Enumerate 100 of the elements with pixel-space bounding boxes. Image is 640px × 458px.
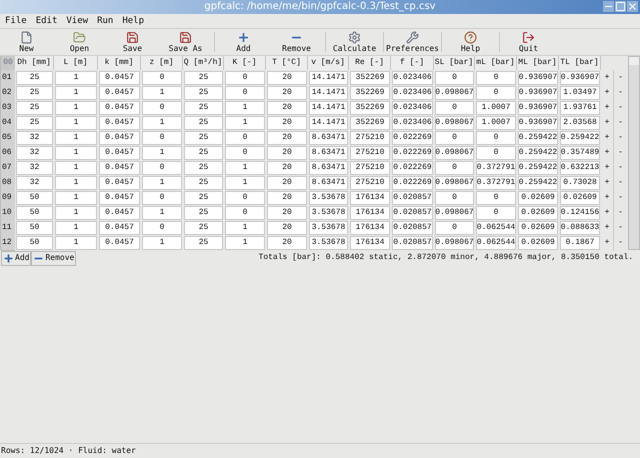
table-cell[interactable]: 0 — [476, 191, 516, 205]
table-cell[interactable]: 1 — [55, 176, 97, 190]
add-row-button[interactable]: + — [601, 190, 614, 206]
table-cell[interactable]: 1 — [55, 116, 97, 130]
table-cell[interactable]: 0.020857 — [392, 221, 433, 235]
table-cell[interactable]: 1.0007 — [476, 101, 516, 115]
table-cell[interactable]: 25 — [184, 236, 223, 250]
table-cell[interactable]: 32 — [16, 176, 53, 190]
add-row-button[interactable]: + — [601, 115, 614, 131]
table-cell[interactable]: 275210 — [350, 131, 390, 145]
add-row-button[interactable]: + — [601, 85, 614, 101]
table-cell[interactable]: 0 — [142, 191, 182, 205]
remove-row-button[interactable]: - — [614, 190, 627, 206]
add-row-button[interactable]: + — [601, 235, 614, 251]
table-cell[interactable]: 0.022269 — [392, 146, 433, 160]
table-cell[interactable]: 0 — [142, 131, 182, 145]
table-cell[interactable]: 0.0457 — [99, 131, 140, 145]
table-cell[interactable]: 32 — [16, 146, 53, 160]
table-cell[interactable]: 14.1471 — [309, 116, 348, 130]
table-cell[interactable]: 20 — [267, 176, 307, 190]
table-cell[interactable]: 0.936907 — [560, 71, 600, 85]
table-cell[interactable]: 1 — [142, 116, 182, 130]
remove-row-button[interactable]: - — [614, 85, 627, 101]
table-cell[interactable]: 0 — [476, 206, 516, 220]
table-cell[interactable]: 0.73028 — [560, 176, 600, 190]
table-cell[interactable]: 3.53678 — [309, 191, 348, 205]
table-cell[interactable]: 20 — [267, 161, 307, 175]
table-cell[interactable]: 0.632213 — [560, 161, 600, 175]
table-cell[interactable]: 0.936907 — [518, 101, 558, 115]
table-cell[interactable]: 1 — [55, 191, 97, 205]
table-cell[interactable]: 20 — [267, 116, 307, 130]
table-cell[interactable]: 0.259422 — [518, 176, 558, 190]
table-cell[interactable]: 0.259422 — [560, 131, 600, 145]
table-cell[interactable]: 0 — [476, 131, 516, 145]
table-cell[interactable]: 1 — [225, 236, 265, 250]
table-cell[interactable]: 3.53678 — [309, 221, 348, 235]
add-row-button[interactable]: + — [601, 130, 614, 146]
close-icon[interactable] — [627, 1, 638, 12]
toolbar-button[interactable]: New — [0, 29, 53, 55]
table-cell[interactable]: 50 — [16, 221, 53, 235]
table-cell[interactable]: 0.02609 — [518, 221, 558, 235]
table-cell[interactable]: 25 — [184, 86, 223, 100]
table-cell[interactable]: 0.259422 — [518, 146, 558, 160]
table-cell[interactable]: 1 — [55, 161, 97, 175]
table-cell[interactable]: 0.088633 — [560, 221, 600, 235]
table-cell[interactable]: 1 — [55, 71, 97, 85]
menu-item[interactable]: View — [66, 16, 88, 26]
table-cell[interactable]: 0.936907 — [518, 86, 558, 100]
table-cell[interactable]: 1 — [55, 221, 97, 235]
table-cell[interactable]: 1.0007 — [476, 116, 516, 130]
add-row-button[interactable]: + — [601, 205, 614, 221]
table-cell[interactable]: 20 — [267, 86, 307, 100]
table-cell[interactable]: 0 — [435, 161, 474, 175]
table-cell[interactable]: 25 — [16, 101, 53, 115]
table-cell[interactable]: 0 — [435, 221, 474, 235]
toolbar-button[interactable]: Save As — [159, 29, 212, 55]
table-cell[interactable]: 0.357489 — [560, 146, 600, 160]
table-cell[interactable]: 25 — [184, 131, 223, 145]
table-cell[interactable]: 176134 — [350, 221, 390, 235]
remove-row-button[interactable]: - — [614, 160, 627, 176]
table-cell[interactable]: 25 — [184, 71, 223, 85]
table-cell[interactable]: 0.0457 — [99, 86, 140, 100]
table-cell[interactable]: 25 — [16, 86, 53, 100]
add-row-button[interactable]: + — [601, 160, 614, 176]
table-cell[interactable]: 25 — [184, 206, 223, 220]
table-cell[interactable]: 0 — [225, 146, 265, 160]
table-cell[interactable]: 25 — [184, 101, 223, 115]
remove-row-button[interactable]: - — [614, 115, 627, 131]
table-cell[interactable]: 8.63471 — [309, 176, 348, 190]
table-cell[interactable]: 50 — [16, 236, 53, 250]
table-cell[interactable]: 0.02609 — [518, 191, 558, 205]
table-cell[interactable]: 25 — [16, 116, 53, 130]
table-cell[interactable]: 20 — [267, 191, 307, 205]
table-cell[interactable]: 3.53678 — [309, 236, 348, 250]
table-cell[interactable]: 0 — [476, 146, 516, 160]
table-cell[interactable]: 352269 — [350, 101, 390, 115]
table-cell[interactable]: 0 — [142, 161, 182, 175]
table-cell[interactable]: 1 — [55, 131, 97, 145]
scrollbar[interactable] — [628, 56, 640, 250]
add-row-button[interactable]: + — [601, 220, 614, 236]
menu-item[interactable]: File — [5, 16, 27, 26]
table-cell[interactable]: 352269 — [350, 71, 390, 85]
table-cell[interactable]: 1.93761 — [560, 101, 600, 115]
table-cell[interactable]: 25 — [184, 116, 223, 130]
table-cell[interactable]: 176134 — [350, 236, 390, 250]
table-cell[interactable]: 0 — [225, 191, 265, 205]
add-row-button[interactable]: + — [601, 70, 614, 86]
table-cell[interactable]: 25 — [16, 71, 53, 85]
table-cell[interactable]: 0.0457 — [99, 176, 140, 190]
table-cell[interactable]: 25 — [184, 191, 223, 205]
table-cell[interactable]: 0.372791 — [476, 176, 516, 190]
maximize-icon[interactable] — [615, 1, 626, 12]
remove-row-button[interactable]: - — [614, 100, 627, 116]
table-cell[interactable]: 25 — [184, 161, 223, 175]
table-cell[interactable]: 50 — [16, 206, 53, 220]
menu-item[interactable]: Edit — [36, 16, 58, 26]
table-cell[interactable]: 0.098067 — [435, 176, 474, 190]
table-cell[interactable]: 0.936907 — [518, 116, 558, 130]
add-row-button[interactable]: + — [601, 175, 614, 191]
table-cell[interactable]: 8.63471 — [309, 131, 348, 145]
